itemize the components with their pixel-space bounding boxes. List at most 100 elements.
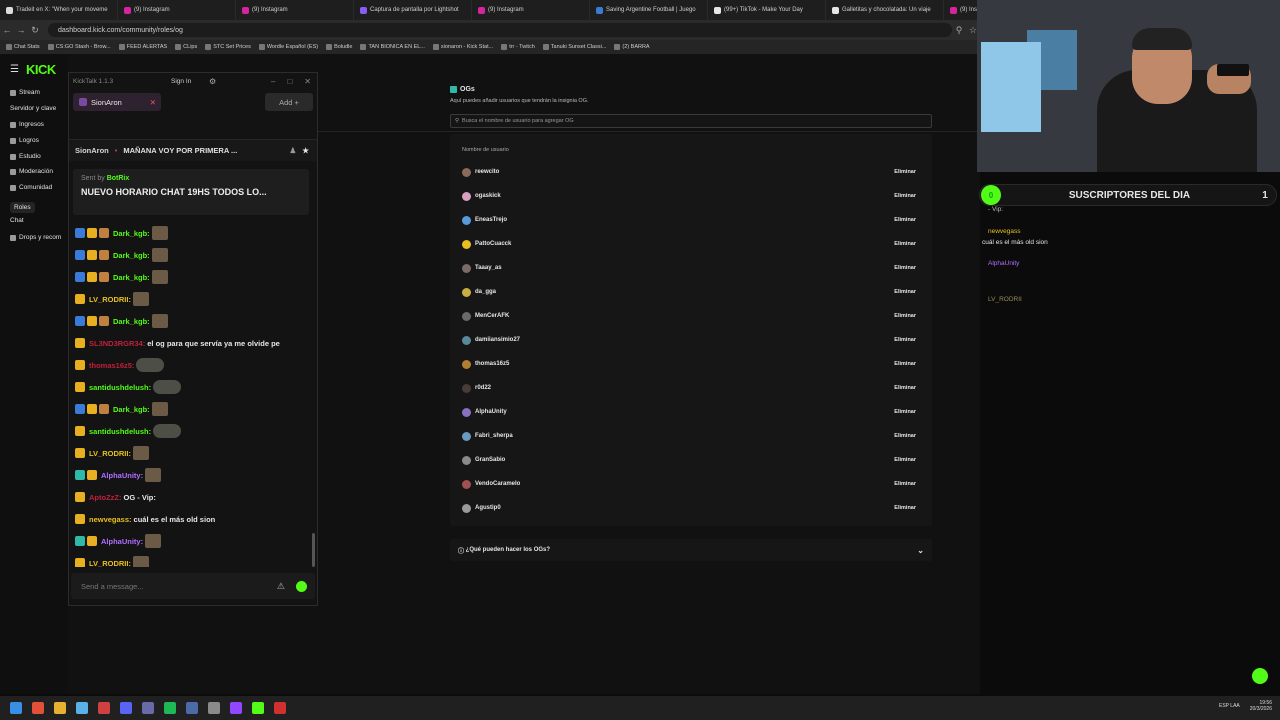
bookmark-item[interactable]: Tanuki Sunset Classi... [542, 44, 606, 50]
discord-icon[interactable] [120, 702, 132, 714]
recorder-icon[interactable] [274, 702, 286, 714]
sign-in-button[interactable]: Sign In [171, 78, 191, 85]
avatar [462, 431, 471, 441]
sidebar-item-ingresos[interactable]: Ingresos [10, 121, 44, 128]
browser-tab[interactable]: (9) Instagram [472, 0, 590, 20]
chat-username[interactable]: Dark_kgb: [113, 317, 150, 326]
sidebar-item-drops-y-recom[interactable]: Drops y recom [10, 234, 61, 241]
sidebar-item-chat[interactable]: Chat [10, 217, 24, 224]
remove-button[interactable]: Eliminar [894, 217, 916, 223]
chat-input[interactable]: Send a message... ⚠ [71, 573, 315, 599]
reload-icon[interactable]: ↻ [28, 25, 42, 36]
chat-username[interactable]: Dark_kgb: [113, 229, 150, 238]
chat-username[interactable]: Dark_kgb: [113, 273, 150, 282]
kick-logo[interactable]: KICK [26, 62, 56, 77]
remove-button[interactable]: Eliminar [894, 505, 916, 511]
browser-tab[interactable]: Saving Argentine Football | Juego [590, 0, 708, 20]
browser-tab[interactable]: Galletitas y chocolatada: Un viaje [826, 0, 944, 20]
settings-icon[interactable] [208, 702, 220, 714]
browser-tab[interactable]: (9) Instagram [236, 0, 354, 20]
bookmark-item[interactable]: STC Set Prices [205, 44, 251, 50]
sidebar-item-logros[interactable]: Logros [10, 137, 39, 144]
bookmark-item[interactable]: CLips [175, 44, 197, 50]
bookmark-item[interactable]: (2) BARRA [614, 44, 650, 50]
remove-button[interactable]: Eliminar [894, 457, 916, 463]
add-channel-button[interactable]: Add + [265, 93, 313, 111]
remove-button[interactable]: Eliminar [894, 481, 916, 487]
pin-icon[interactable]: ★ [302, 146, 309, 155]
chat-username[interactable]: thomas16z5: [89, 361, 134, 370]
remove-button[interactable]: Eliminar [894, 361, 916, 367]
bookmark-item[interactable]: CS:GO Stash - Brow... [47, 44, 111, 50]
windows-start-icon[interactable] [10, 702, 22, 714]
menu-icon[interactable]: ☰ [10, 64, 19, 75]
minimize-icon[interactable]: – [271, 77, 275, 86]
chat-username[interactable]: newvegass: [89, 515, 132, 524]
chat-username[interactable]: LV_RODRII: [89, 559, 131, 568]
steam-icon[interactable] [76, 702, 88, 714]
browser-tab[interactable]: Captura de pantalla por Lightshot [354, 0, 472, 20]
remove-button[interactable]: Eliminar [894, 433, 916, 439]
chat-username[interactable]: AptoZzZ: [89, 493, 122, 502]
browser-tab[interactable]: (99+) TikTok - Make Your Day [708, 0, 826, 20]
remove-button[interactable]: Eliminar [894, 241, 916, 247]
remove-button[interactable]: Eliminar [894, 289, 916, 295]
sidebar-item-stream[interactable]: Stream [10, 89, 40, 96]
url-field[interactable]: dashboard.kick.com/community/roles/og [48, 23, 952, 37]
bookmark-item[interactable]: Wordle Español (ES) [258, 44, 318, 50]
remove-button[interactable]: Eliminar [894, 385, 916, 391]
bookmark-item[interactable]: Chat Stats [6, 44, 40, 50]
sidebar-item-estudio[interactable]: Estudio [10, 153, 41, 160]
chat-username[interactable]: Dark_kgb: [113, 405, 150, 414]
bookmark-item[interactable]: trr - Twitch [501, 44, 535, 50]
browser-tab[interactable]: (9) Instagram [118, 0, 236, 20]
chat-username[interactable]: AlphaUnity: [101, 537, 143, 546]
og-search-input[interactable]: ⚲ Busca el nombre de usuario para agregar… [450, 114, 932, 128]
browser-tab[interactable]: Tradeit en X: "When your moveme [0, 0, 118, 20]
back-icon[interactable]: ← [0, 25, 14, 35]
bookmark-item[interactable]: FEED ALERTAS [118, 44, 167, 50]
folder-icon[interactable] [54, 702, 66, 714]
kick-emote-icon[interactable]: ⚠ [277, 581, 285, 592]
chat-username[interactable]: santidushdelush: [89, 383, 151, 392]
remove-button[interactable]: Eliminar [894, 265, 916, 271]
maximize-icon[interactable]: □ [287, 77, 292, 86]
chat-username[interactable]: AlphaUnity: [101, 471, 143, 480]
kick-icon[interactable] [252, 702, 264, 714]
gear-icon[interactable]: ⚙ [209, 77, 216, 86]
remove-button[interactable]: Eliminar [894, 337, 916, 343]
language-indicator[interactable]: ESP LAA [1219, 703, 1240, 709]
close-tab-icon[interactable]: ✕ [150, 98, 156, 107]
remove-button[interactable]: Eliminar [894, 409, 916, 415]
app2-icon[interactable] [186, 702, 198, 714]
chat-username[interactable]: santidushdelush: [89, 427, 151, 436]
chat-username[interactable]: LV_RODRII: [89, 295, 131, 304]
bookmark-item[interactable]: Boludle [326, 44, 352, 50]
sidebar-item-roles[interactable]: Roles [10, 202, 35, 213]
spotify-icon[interactable] [164, 702, 176, 714]
remove-button[interactable]: Eliminar [894, 169, 916, 175]
bookmark-item[interactable]: sionaron - Kick Stat... [432, 44, 493, 50]
chat-username[interactable]: SL3ND3RGR34: [89, 339, 145, 348]
remove-button[interactable]: Eliminar [894, 193, 916, 199]
channel-tab[interactable]: SionAron ✕ [73, 93, 161, 111]
emoji-icon[interactable] [296, 580, 307, 592]
user-icon[interactable]: ♟ [290, 146, 297, 155]
zoom-icon[interactable]: ⚲ [952, 25, 966, 36]
close-icon[interactable]: ✕ [304, 77, 311, 86]
remove-button[interactable]: Eliminar [894, 313, 916, 319]
og-faq-accordion[interactable]: ⓘ ¿Qué pueden hacer los OGs? ⌄ [450, 539, 932, 561]
chat-scrollbar[interactable] [312, 533, 315, 567]
help-icon[interactable] [1252, 668, 1268, 684]
bookmark-item[interactable]: TAN BIONICA EN EL... [360, 44, 425, 50]
chat-username[interactable]: Dark_kgb: [113, 251, 150, 260]
chrome-icon[interactable] [98, 702, 110, 714]
twitch-icon[interactable] [230, 702, 242, 714]
chat-username[interactable]: LV_RODRII: [89, 449, 131, 458]
brave-icon[interactable] [32, 702, 44, 714]
forward-icon[interactable]: → [14, 25, 28, 35]
sidebar-item-comunidad[interactable]: Comunidad [10, 184, 52, 191]
sidebar-item-moderación[interactable]: Moderación [10, 168, 53, 175]
app-icon[interactable] [142, 702, 154, 714]
sidebar-item-servidor-y-clave[interactable]: Servidor y clave [10, 105, 56, 112]
